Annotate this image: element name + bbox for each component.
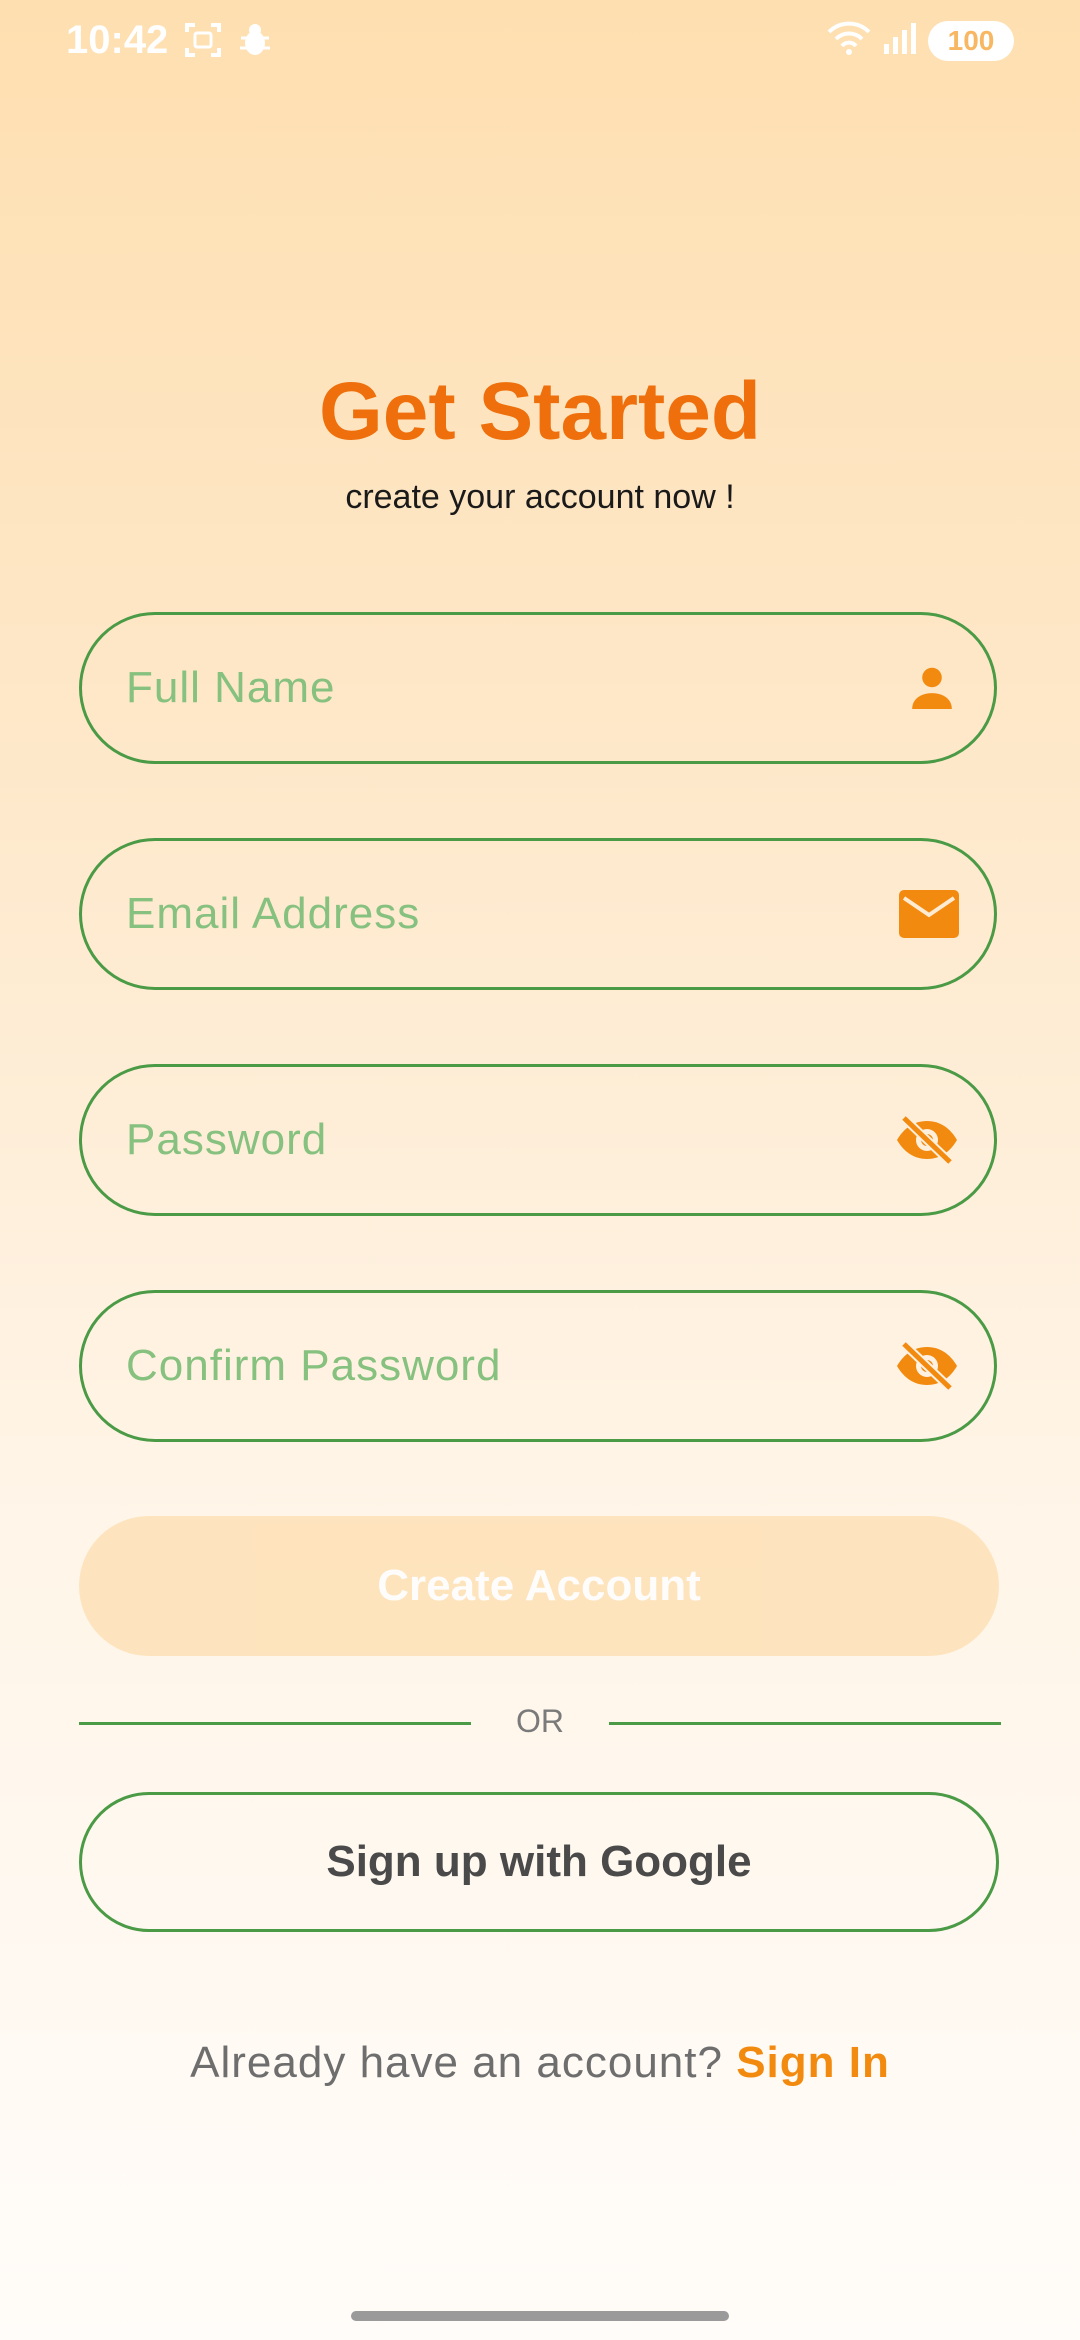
full-name-placeholder: Full Name <box>126 663 336 712</box>
home-indicator[interactable] <box>351 2311 729 2321</box>
password-field[interactable]: Password <box>79 1064 997 1216</box>
confirm-password-placeholder: Confirm Password <box>126 1341 502 1390</box>
email-field[interactable]: Email Address <box>79 838 997 990</box>
status-time: 10:42 <box>66 18 169 62</box>
eye-off-icon[interactable] <box>894 1112 960 1168</box>
signin-link[interactable]: Sign In <box>736 2038 890 2087</box>
person-icon <box>904 660 960 716</box>
signal-icon <box>882 20 918 61</box>
eye-off-icon[interactable] <box>894 1338 960 1394</box>
divider-or: OR <box>516 1703 564 1739</box>
divider-line-right <box>609 1722 1001 1725</box>
mail-icon <box>898 888 960 940</box>
signin-prompt-text: Already have an account? <box>190 2038 737 2087</box>
signin-prompt: Already have an account? Sign In <box>0 2038 1080 2088</box>
divider-line-left <box>79 1722 471 1725</box>
battery-indicator: 100 <box>928 20 1014 61</box>
full-name-field[interactable]: Full Name <box>79 612 997 764</box>
wifi-icon <box>826 20 872 61</box>
password-placeholder: Password <box>126 1115 328 1164</box>
page-subtitle: create your account now ! <box>345 478 735 516</box>
confirm-password-field[interactable]: Confirm Password <box>79 1290 997 1442</box>
screenshot-icon <box>184 20 222 65</box>
create-account-button[interactable]: Create Account <box>79 1516 999 1656</box>
google-signup-button[interactable]: Sign up with Google <box>79 1792 999 1932</box>
email-placeholder: Email Address <box>126 889 421 938</box>
status-bar: 10:42 100 <box>0 0 1080 84</box>
page-title: Get Started <box>319 366 761 457</box>
bug-icon <box>236 20 274 65</box>
